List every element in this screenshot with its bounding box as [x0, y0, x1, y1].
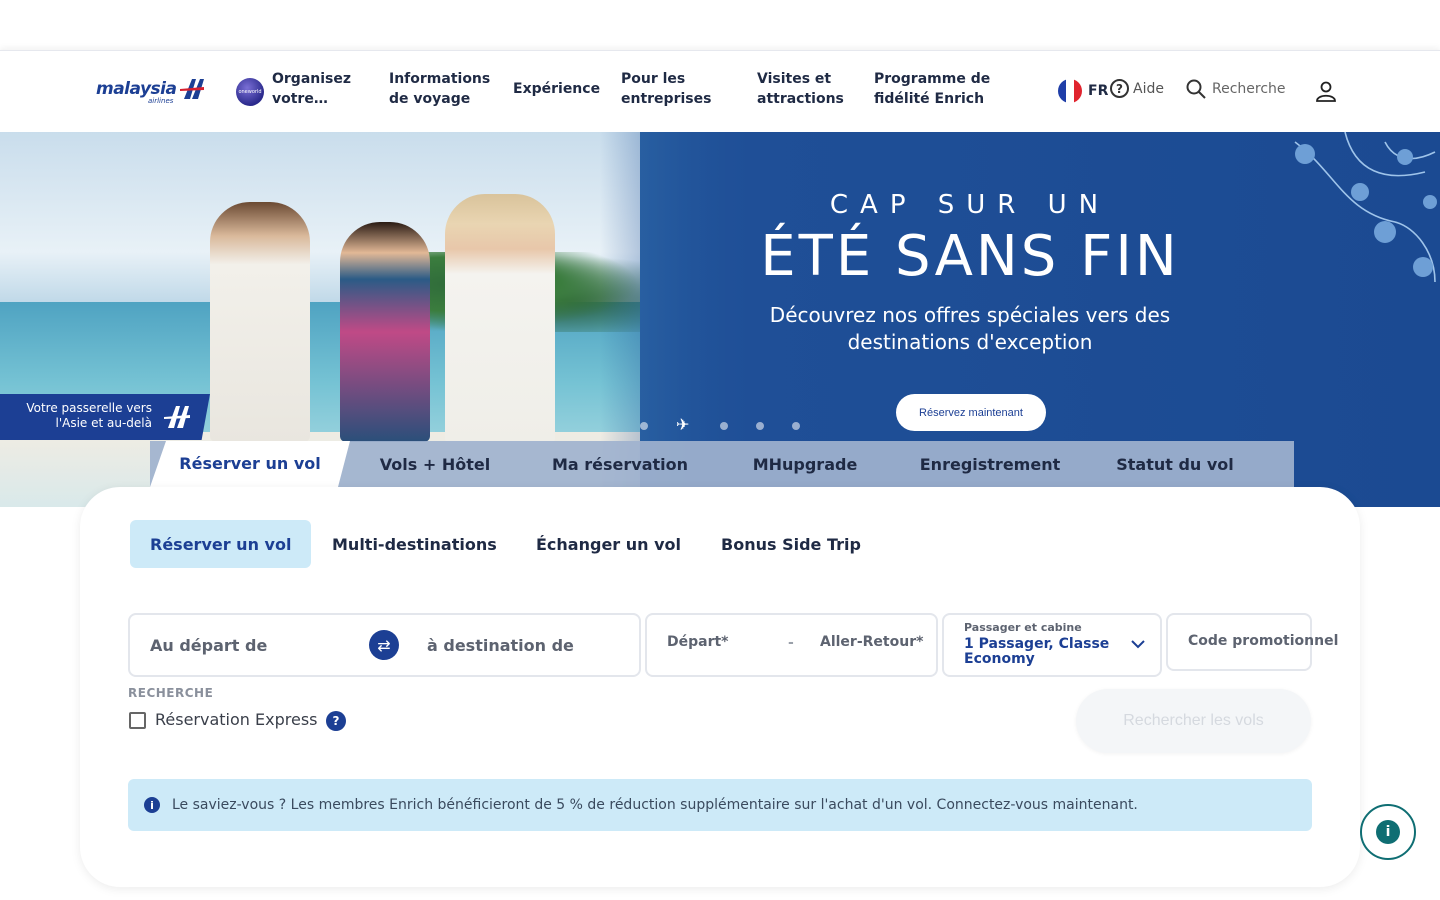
floral-ornament-icon [1294, 132, 1437, 282]
hero-person-man [210, 202, 310, 442]
return-date-label: Aller-Retour* [820, 634, 924, 650]
subtab-multi-city[interactable]: Multi-destinations [312, 520, 517, 568]
chevron-down-icon [1131, 640, 1145, 649]
user-icon[interactable] [1314, 79, 1338, 103]
search-button[interactable]: Recherche [1186, 79, 1286, 99]
carousel-dot[interactable] [756, 422, 764, 430]
destination-input[interactable]: à destination de [427, 636, 574, 655]
enrich-info-banner: i Le saviez-vous ? Les membres Enrich bé… [128, 779, 1312, 831]
hero-subtitle: Découvrez nos offres spéciales vers des … [769, 303, 1171, 354]
tab-check-in[interactable]: Enregistrement [910, 441, 1070, 487]
oneworld-logo[interactable]: oneworld [236, 78, 264, 106]
date-separator: - [788, 635, 794, 651]
floating-info-button[interactable]: i [1360, 804, 1416, 860]
origin-input[interactable]: Au départ de [150, 636, 267, 655]
tab-mhupgrade[interactable]: MHupgrade [735, 441, 875, 487]
promo-code-label: Code promotionnel [1188, 633, 1339, 649]
subtab-book-flight[interactable]: Réserver un vol [130, 520, 312, 568]
language-selector[interactable]: FR [1058, 79, 1108, 103]
nav-plan-trip[interactable]: Organisez votre… [272, 69, 372, 109]
passenger-cabin-value: 1 Passager, Classe Economy [964, 636, 1110, 667]
express-booking-checkbox[interactable] [129, 712, 146, 729]
nav-enrich[interactable]: Programme de fidélité Enrich [874, 69, 1024, 109]
nav-tours[interactable]: Visites et attractions [757, 69, 857, 109]
airline-wing-icon [180, 79, 205, 99]
hero-person-woman [445, 194, 555, 444]
malaysia-airlines-logo[interactable]: malaysia airlines [96, 77, 206, 105]
carousel-dot[interactable] [640, 422, 648, 430]
carousel-dot[interactable] [792, 422, 800, 430]
search-section-label: RECHERCHE [128, 686, 214, 700]
top-strip [0, 0, 1440, 50]
book-now-button[interactable]: Réservez maintenant [896, 394, 1046, 431]
passenger-cabin-label: Passager et cabine [964, 621, 1082, 634]
carousel-active-plane-icon[interactable]: ✈ [676, 415, 689, 434]
question-icon: ? [1110, 79, 1129, 98]
help-question-icon[interactable]: ? [326, 711, 346, 731]
subtab-redeem-flight[interactable]: Échanger un vol [516, 520, 701, 568]
site-header: malaysia airlines oneworld Organisez vot… [0, 50, 1440, 132]
nav-business[interactable]: Pour les entreprises [621, 69, 731, 109]
search-flights-button[interactable]: Rechercher les vols [1076, 689, 1311, 753]
france-flag-icon [1058, 79, 1082, 103]
hero-title-line2: ÉTÉ SANS FIN [760, 224, 1180, 289]
tab-my-booking[interactable]: Ma réservation [540, 441, 700, 487]
info-banner-text[interactable]: Le saviez-vous ? Les membres Enrich béné… [172, 797, 1138, 813]
depart-date-label: Départ* [667, 634, 729, 650]
tab-flight-hotel[interactable]: Vols + Hôtel [360, 441, 510, 487]
info-icon: i [1376, 820, 1400, 844]
tab-flight-status[interactable]: Statut du vol [1100, 441, 1250, 487]
subtab-bonus-side-trip[interactable]: Bonus Side Trip [701, 520, 881, 568]
nav-travel-info[interactable]: Informations de voyage [389, 69, 499, 109]
carousel-dot[interactable] [720, 422, 728, 430]
help-link[interactable]: ? Aide [1110, 79, 1164, 98]
swap-icon[interactable]: ⇄ [369, 630, 399, 660]
nav-experience[interactable]: Expérience [513, 79, 613, 99]
airline-wing-icon [164, 406, 190, 428]
info-icon: i [144, 797, 160, 813]
hero-person-stewardess [340, 222, 430, 442]
search-icon [1186, 79, 1206, 99]
gateway-badge: Votre passerelle vers l'Asie et au-delà [0, 394, 210, 440]
tab-book-flight[interactable]: Réserver un vol [150, 441, 350, 487]
hero-title-line1: CAP SUR UN [829, 190, 1111, 220]
express-booking-label: Réservation Express [155, 710, 318, 729]
